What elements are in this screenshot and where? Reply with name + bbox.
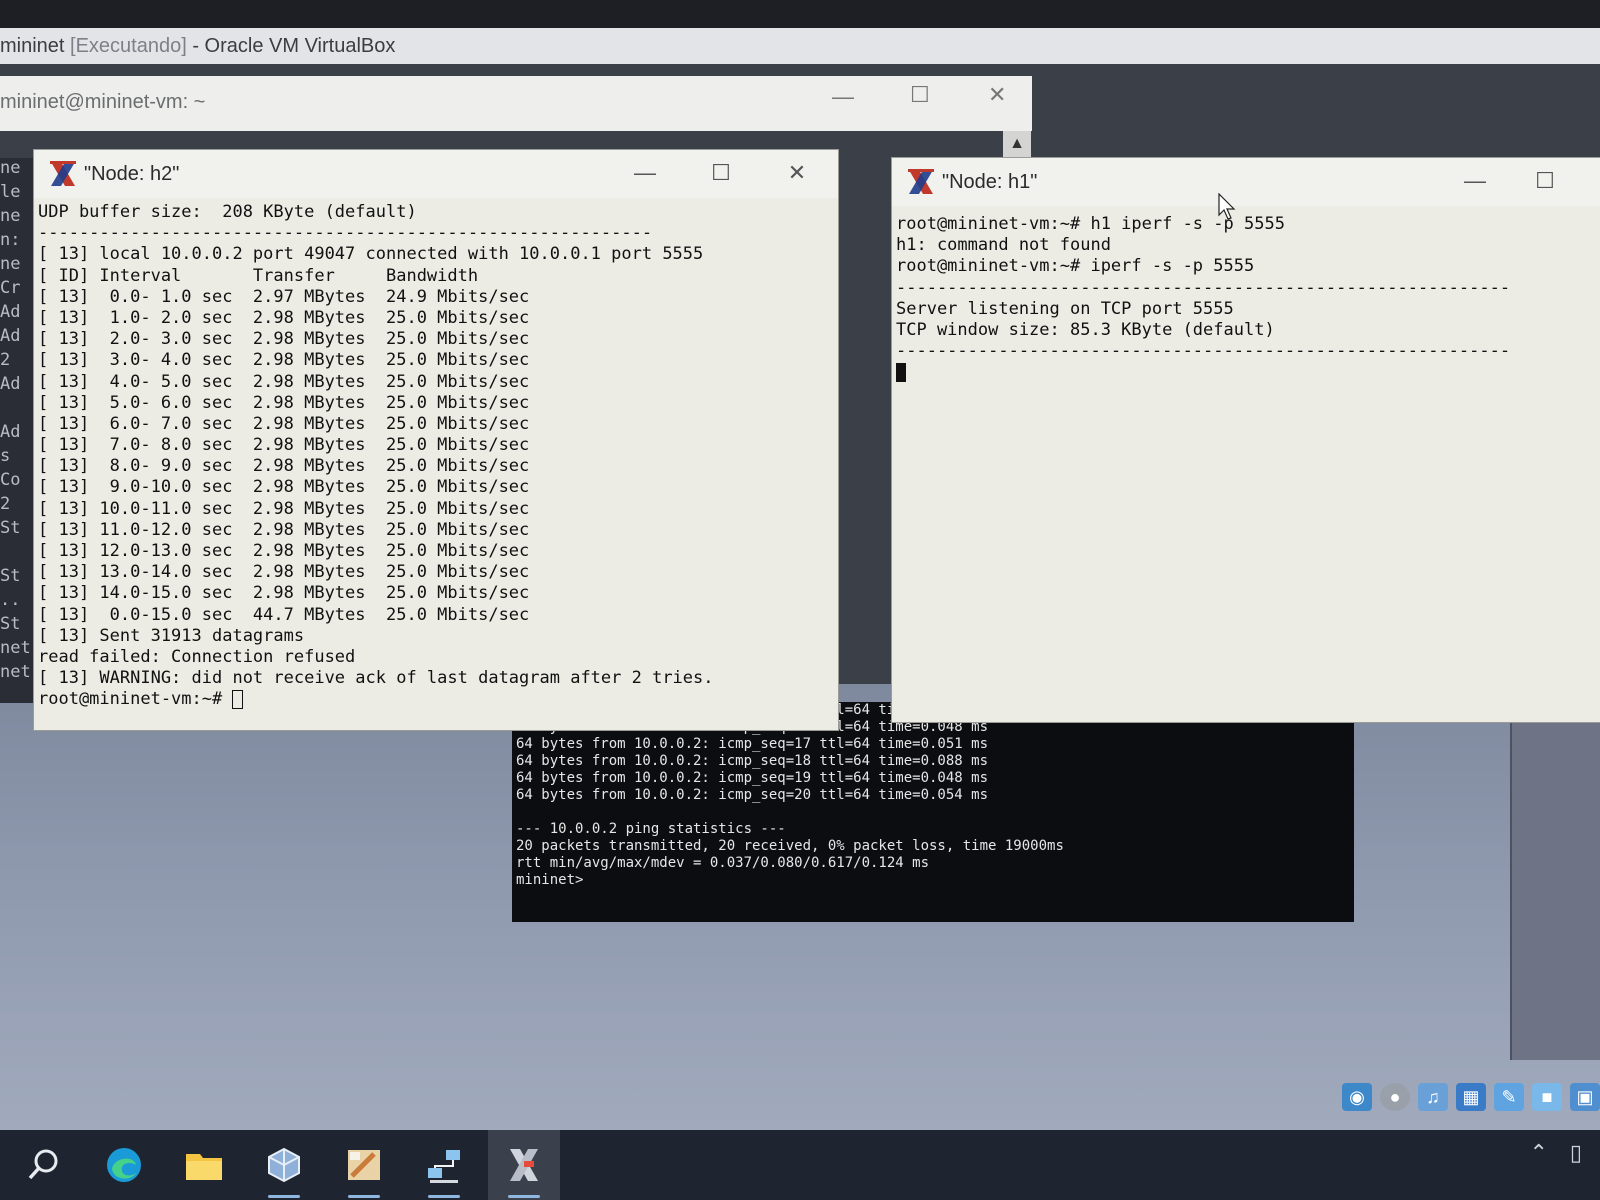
hard-disk-icon[interactable]: ◉: [1342, 1083, 1372, 1111]
terminal-line: [ 13] Sent 31913 datagrams: [38, 625, 305, 646]
terminal-line: [ 13] 13.0-14.0 sec 2.98 MBytes 25.0 Mbi…: [38, 562, 530, 583]
terminal-line: TCP window size: 85.3 KByte (default): [896, 319, 1275, 340]
terminal-line: Server listening on TCP port 5555: [896, 298, 1234, 319]
terminal-line: 20 packets transmitted, 20 received, 0% …: [516, 838, 1064, 854]
terminal-line: [ 13] 4.0- 5.0 sec 2.98 MBytes 25.0 Mbit…: [38, 371, 530, 392]
mouse-pointer-icon: [1218, 193, 1236, 220]
terminal-line: root@mininet-vm:~# iperf -s -p 5555: [896, 256, 1255, 277]
node-h1-terminal-output[interactable]: root@mininet-vm:~# h1 iperf -s -p 5555 h1…: [896, 214, 1596, 716]
node-h2-window[interactable]: "Node: h2" — ☐ ✕ UDP buffer size: 208 KB…: [34, 150, 838, 730]
terminal-line: ----------------------------------------…: [896, 277, 1511, 298]
guest-side-panel: [1510, 700, 1600, 1060]
terminal-line: [ 13] 14.0-15.0 sec 2.98 MBytes 25.0 Mbi…: [38, 583, 530, 604]
terminal-line: 64 bytes from 10.0.0.2: icmp_seq=17 ttl=…: [516, 736, 989, 752]
maximize-button[interactable]: ☐: [1528, 166, 1562, 196]
network-tool-icon[interactable]: [408, 1130, 480, 1200]
terminal-line: [ 13] 11.0-12.0 sec 2.98 MBytes 25.0 Mbi…: [38, 519, 530, 540]
terminal-line: [ 13] 10.0-11.0 sec 2.98 MBytes 25.0 Mbi…: [38, 498, 530, 519]
network-icon[interactable]: ▦: [1456, 1083, 1486, 1111]
terminal-line: rtt min/avg/max/mdev = 0.037/0.080/0.617…: [516, 855, 930, 871]
windows-taskbar: [0, 1130, 1600, 1200]
maximize-button[interactable]: ☐: [910, 82, 930, 108]
terminal-line: [ 13] 12.0-13.0 sec 2.98 MBytes 25.0 Mbi…: [38, 541, 530, 561]
terminal-cursor: [896, 362, 906, 382]
maximize-button[interactable]: ☐: [704, 158, 738, 188]
minimize-button[interactable]: —: [1458, 166, 1492, 196]
minimize-button[interactable]: —: [628, 158, 662, 188]
terminal-line: [ 13] WARNING: did not receive ack of la…: [38, 668, 714, 689]
node-h1-title: "Node: h1": [942, 170, 1038, 193]
node-h2-title: "Node: h2": [84, 162, 180, 185]
terminal-line: [ 13] 2.0- 3.0 sec 2.98 MBytes 25.0 Mbit…: [38, 329, 530, 350]
system-tray: ⌃ ▯: [1529, 1140, 1582, 1166]
terminal-line: ----------------------------------------…: [38, 223, 653, 244]
terminal-line: [ 13] 8.0- 9.0 sec 2.98 MBytes 25.0 Mbit…: [38, 456, 530, 477]
node-h1-window[interactable]: "Node: h1" — ☐ root@mininet-vm:~# h1 ipe…: [892, 158, 1600, 722]
virtualbox-icon[interactable]: [248, 1130, 320, 1200]
edge-icon[interactable]: [88, 1130, 160, 1200]
xterm-logo-icon: [50, 161, 76, 186]
node-h2-terminal-output[interactable]: UDP buffer size: 208 KByte (default) ----…: [38, 202, 834, 724]
close-button[interactable]: ✕: [780, 158, 814, 188]
screen-bezel: [0, 0, 1600, 28]
terminal-line: [ 13] 0.0- 1.0 sec 2.97 MBytes 24.9 Mbit…: [38, 286, 530, 307]
terminal-line: [ 13] local 10.0.0.2 port 49047 connecte…: [38, 244, 704, 265]
usb-icon[interactable]: ✎: [1494, 1083, 1524, 1111]
file-explorer-icon[interactable]: [168, 1130, 240, 1200]
terminal-line: 64 bytes from 10.0.0.2: icmp_seq=18 ttl=…: [516, 753, 989, 769]
node-h1-titlebar[interactable]: "Node: h1": [892, 158, 1600, 206]
virtualbox-titlebar[interactable]: mininet [Executando] - Oracle VM Virtual…: [0, 28, 1600, 64]
terminal-line: 64 bytes from 10.0.0.2: icmp_seq=19 ttl=…: [516, 770, 989, 786]
virtualbox-title-suffix: - Oracle VM VirtualBox: [186, 35, 396, 57]
terminal-line: 64 bytes from 10.0.0.2: icmp_seq=20 ttl=…: [516, 787, 989, 803]
terminal-line: [ 13] 7.0- 8.0 sec 2.98 MBytes 25.0 Mbit…: [38, 435, 530, 456]
minimize-button[interactable]: —: [832, 84, 854, 110]
terminal-line: mininet>: [516, 872, 584, 888]
shared-folder-icon[interactable]: ■: [1532, 1083, 1562, 1111]
terminal-line: [896, 362, 1596, 383]
virtualbox-status-bar: ◉ ● ♫ ▦ ✎ ■ ▣: [1342, 1080, 1600, 1114]
terminal-line: [ 13] 0.0-15.0 sec 44.7 MBytes 25.0 Mbit…: [38, 604, 530, 625]
xming-icon[interactable]: [488, 1130, 560, 1200]
terminal-line: [ 13] 3.0- 4.0 sec 2.98 MBytes 25.0 Mbit…: [38, 350, 530, 371]
ping-terminal-output: 64 bytes from 10.0.0.2: icmp_seq=15 ttl=…: [512, 702, 1354, 922]
terminal-line: [ 13] 1.0- 2.0 sec 2.98 MBytes 25.0 Mbit…: [38, 307, 530, 328]
optical-drive-icon[interactable]: ●: [1380, 1083, 1410, 1111]
virtualbox-title-prefix: mininet: [0, 35, 71, 57]
paint-icon[interactable]: [328, 1130, 400, 1200]
terminal-line: [ 13] 5.0- 6.0 sec 2.98 MBytes 25.0 Mbit…: [38, 392, 530, 413]
terminal-line: [ 13] 9.0-10.0 sec 2.98 MBytes 25.0 Mbit…: [38, 477, 530, 498]
scroll-up-arrow-icon[interactable]: ▲: [1003, 131, 1031, 157]
terminal-line: UDP buffer size: 208 KByte (default): [38, 202, 417, 222]
terminal-line: read failed: Connection refused: [38, 646, 356, 667]
battery-icon[interactable]: ▯: [1570, 1140, 1582, 1166]
terminal-cursor: [232, 689, 244, 709]
terminal-line: [ 13] 6.0- 7.0 sec 2.98 MBytes 25.0 Mbit…: [38, 413, 530, 434]
display-icon[interactable]: ▣: [1570, 1083, 1600, 1111]
chevron-up-icon[interactable]: ⌃: [1529, 1140, 1547, 1166]
terminal-line: [ ID] Interval Transfer Bandwidth: [38, 265, 479, 286]
close-button[interactable]: ✕: [988, 82, 1006, 108]
terminal-line: ----------------------------------------…: [896, 341, 1511, 362]
audio-icon[interactable]: ♫: [1418, 1083, 1448, 1111]
terminal-line: root@mininet-vm:~# h1 iperf -s -p 5555: [896, 214, 1285, 234]
terminal-line: root@mininet-vm:~#: [38, 689, 834, 710]
terminal-line: h1: command not found: [896, 235, 1111, 256]
search-icon[interactable]: [8, 1130, 80, 1200]
virtualbox-vm-state: [Executando]: [70, 35, 187, 57]
terminal-line: --- 10.0.0.2 ping statistics ---: [516, 821, 786, 837]
mininet-terminal-window[interactable]: mininet@mininet-vm: ~ — ☐ ✕: [0, 76, 1032, 131]
mininet-terminal-title: mininet@mininet-vm: ~: [0, 91, 206, 113]
xterm-logo-icon: [908, 169, 934, 194]
